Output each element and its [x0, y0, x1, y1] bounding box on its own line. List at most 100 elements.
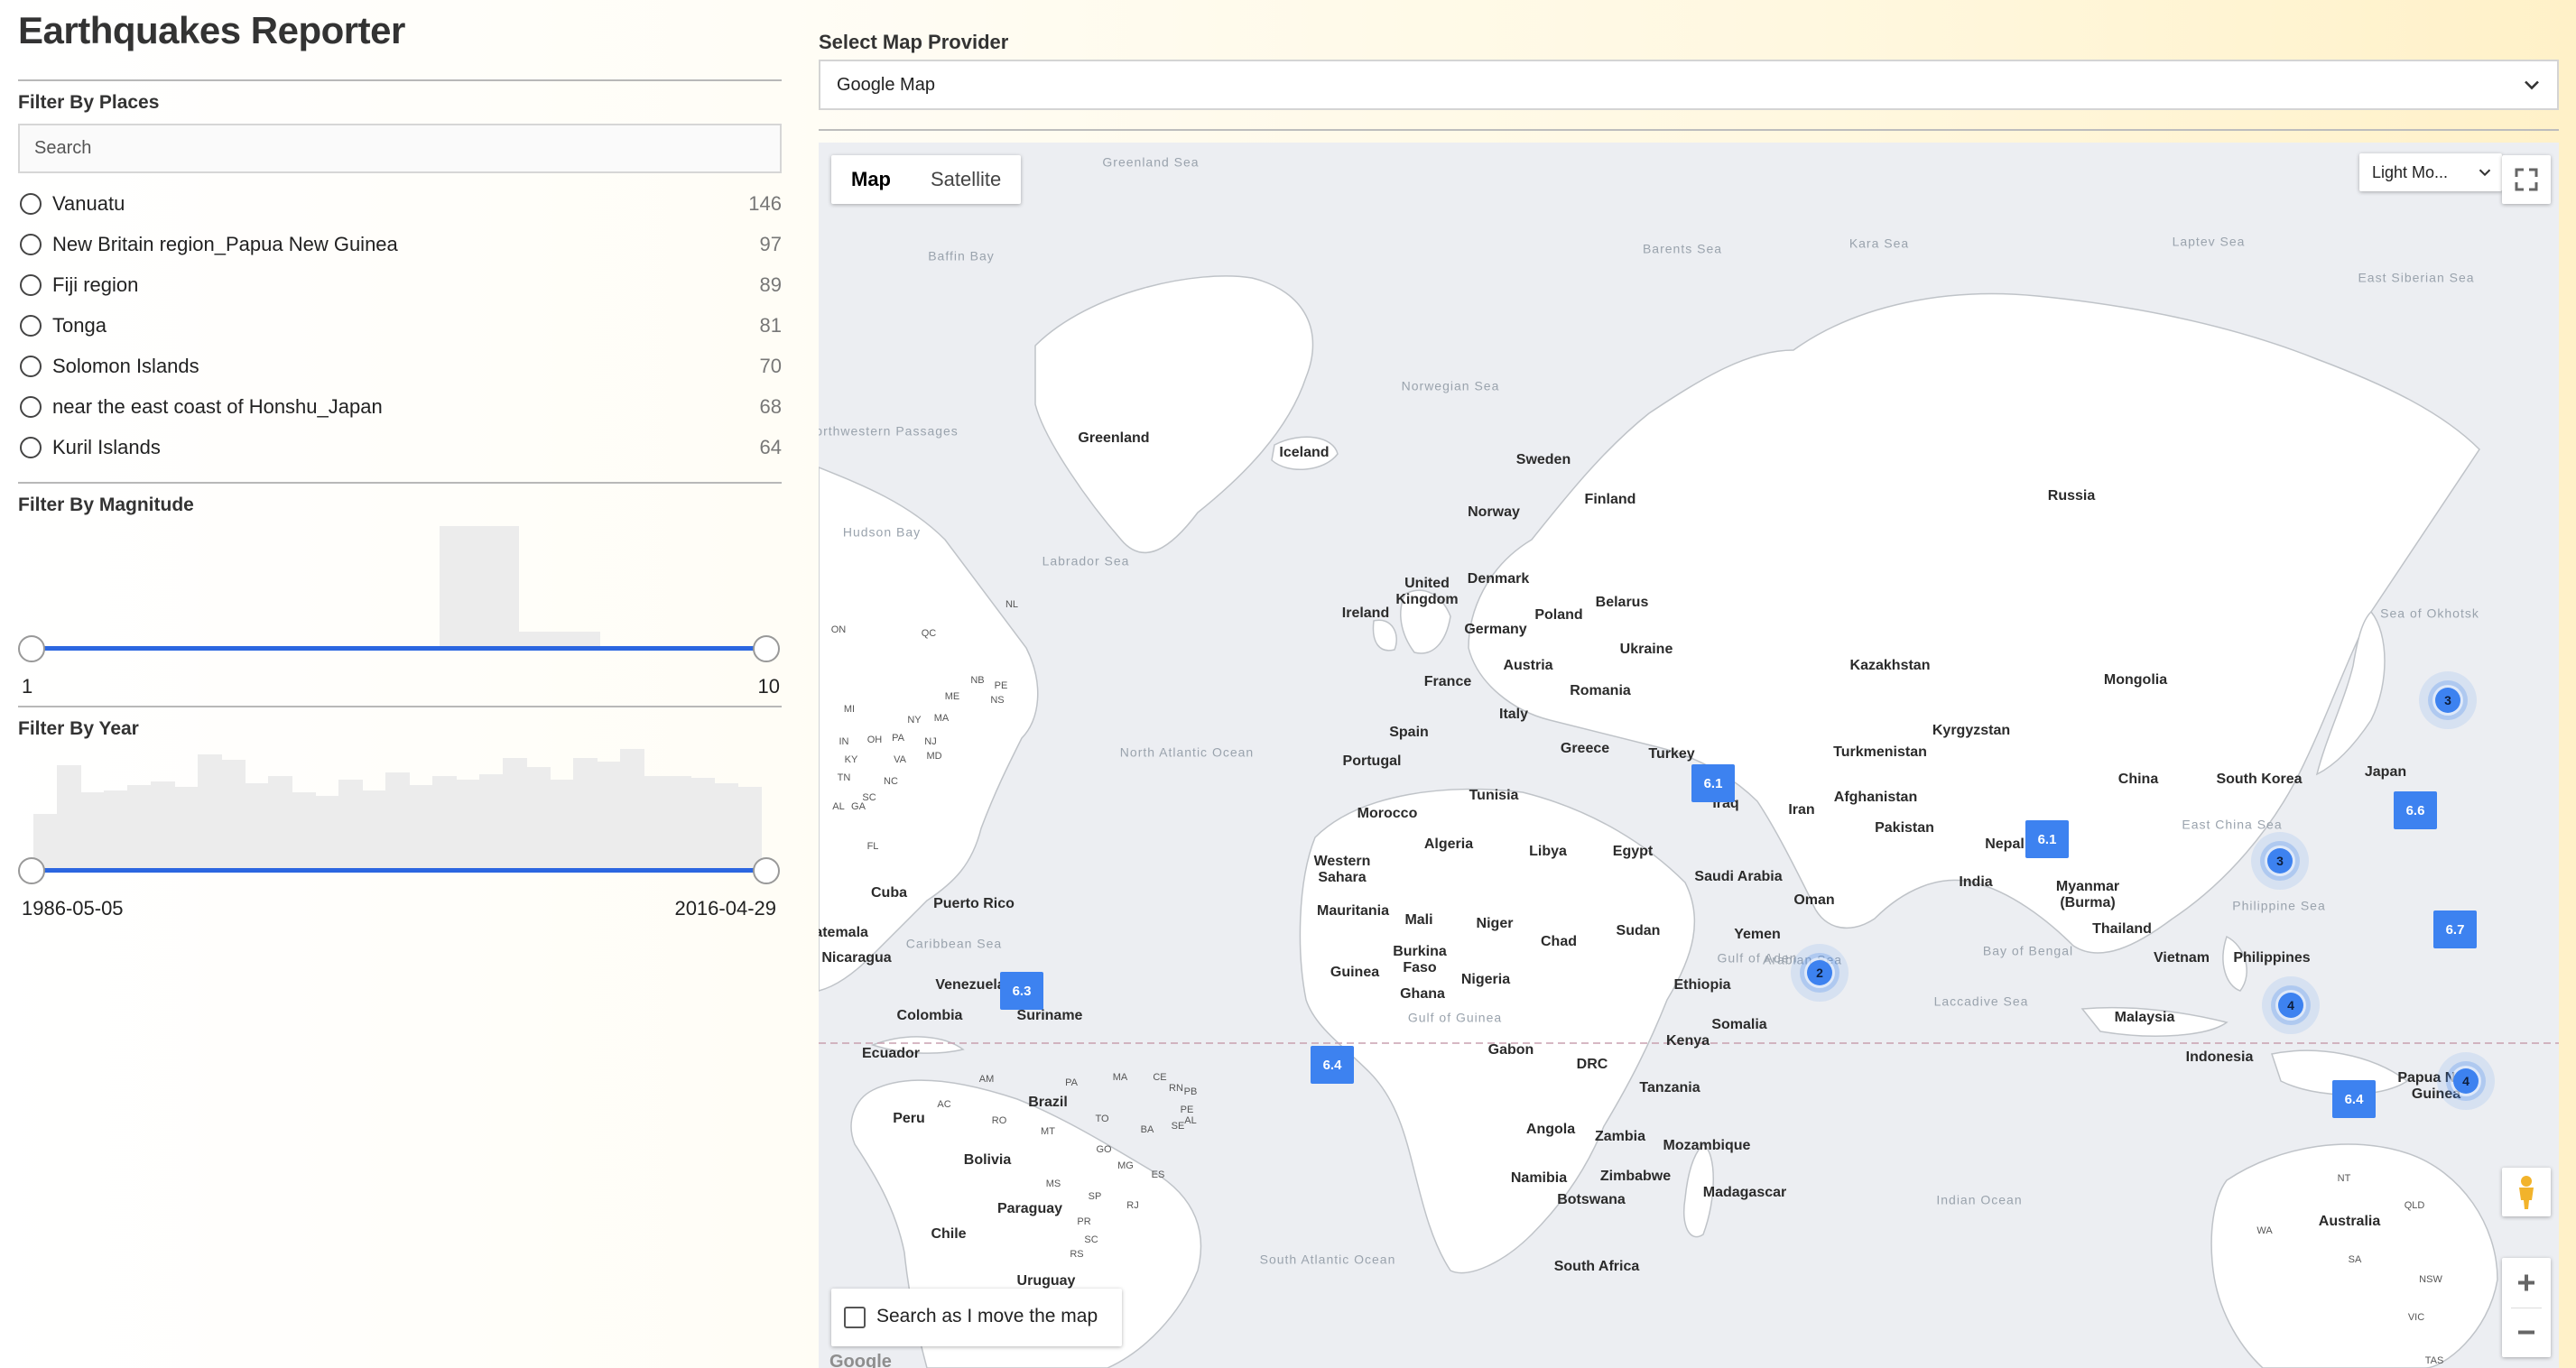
earthquake-marker[interactable]: 6.6 — [2394, 791, 2437, 829]
year-slider-track[interactable] — [32, 868, 766, 873]
earthquake-marker[interactable]: 6.7 — [2433, 910, 2477, 948]
cluster-count: 4 — [2278, 993, 2303, 1018]
country-label: Brazil — [1028, 1095, 1068, 1110]
divider — [18, 706, 782, 707]
places-filter-title: Filter By Places — [18, 92, 160, 113]
place-count: 68 — [759, 395, 782, 418]
ocean-label: Bay of Bengal — [1982, 943, 2074, 958]
divider — [18, 482, 782, 484]
place-count: 146 — [748, 192, 782, 215]
state-label: ON — [830, 624, 847, 635]
state-label: TO — [1095, 1114, 1109, 1124]
country-label: Sudan — [1616, 923, 1661, 938]
zoom-out-button[interactable] — [2502, 1308, 2551, 1357]
radio-button[interactable] — [20, 274, 42, 296]
radio-button[interactable] — [20, 315, 42, 337]
country-label: Suriname — [1016, 1008, 1083, 1023]
year-max-handle[interactable] — [753, 857, 780, 884]
radio-button[interactable] — [20, 193, 42, 215]
country-label: Iran — [1788, 802, 1815, 818]
zoom-out-icon — [2518, 1330, 2534, 1335]
state-label: TAS — [2424, 1355, 2444, 1366]
chevron-down-icon — [2479, 169, 2491, 177]
earthquake-marker[interactable]: 6.1 — [1691, 764, 1735, 802]
radio-button[interactable] — [20, 396, 42, 418]
zoom-in-button[interactable] — [2502, 1258, 2551, 1308]
place-option[interactable]: Solomon Islands 70 — [18, 350, 782, 386]
earthquake-cluster[interactable]: 4 — [2437, 1052, 2495, 1110]
search-as-move-checkbox[interactable] — [844, 1307, 866, 1328]
country-label: Ethiopia — [1673, 977, 1731, 993]
magnitude-slider-track[interactable] — [32, 646, 766, 651]
country-label: Zimbabwe — [1599, 1169, 1672, 1184]
magnitude-max-handle[interactable] — [753, 635, 780, 662]
state-label: PR — [1077, 1216, 1091, 1227]
country-label: Uruguay — [1016, 1273, 1076, 1289]
place-option[interactable]: Kuril Islands 64 — [18, 431, 782, 467]
country-label: Angola — [1525, 1122, 1576, 1137]
year-filter-title: Filter By Year — [18, 718, 139, 739]
country-label: Vietnam — [2154, 950, 2210, 966]
state-label: PE — [994, 680, 1008, 691]
country-label: Mali — [1404, 912, 1433, 928]
map-type-map-button[interactable]: Map — [831, 155, 911, 204]
fullscreen-button[interactable] — [2502, 155, 2551, 204]
ocean-label: Sea of Okhotsk — [2380, 605, 2479, 621]
country-label: South Korea — [2216, 772, 2303, 787]
country-label: Gabon — [1487, 1042, 1534, 1058]
place-count: 97 — [759, 233, 782, 255]
earthquake-marker[interactable]: 6.1 — [2025, 820, 2069, 858]
state-label: SE — [1171, 1121, 1185, 1132]
earthquake-marker[interactable]: 6.4 — [2332, 1080, 2376, 1118]
country-label: Saudi Arabia — [1694, 869, 1783, 884]
earthquake-cluster[interactable]: 3 — [2251, 832, 2309, 890]
place-option[interactable]: Vanuatu 146 — [18, 188, 782, 224]
country-label: South Africa — [1553, 1259, 1640, 1274]
earthquake-marker[interactable]: 6.4 — [1311, 1046, 1354, 1084]
map-canvas[interactable]: Greenland Sea Barents Sea Kara Sea Lapte… — [819, 143, 2559, 1368]
place-option[interactable]: New Britain region_Papua New Guinea 97 — [18, 228, 782, 264]
state-label: SP — [1088, 1191, 1102, 1202]
country-label: Ireland — [1341, 605, 1390, 621]
state-label: CE — [1153, 1072, 1167, 1083]
state-label: NJ — [924, 736, 937, 747]
country-label: Guinea — [1330, 965, 1380, 980]
place-option[interactable]: Fiji region 89 — [18, 269, 782, 305]
state-label: AL — [832, 801, 845, 812]
radio-button[interactable] — [20, 437, 42, 458]
map-type-control: Map Satellite — [831, 155, 1022, 204]
map-provider-select[interactable]: Google Map — [819, 60, 2559, 110]
country-label: Poland — [1534, 607, 1583, 623]
search-as-move-control[interactable]: Search as I move the map — [831, 1289, 1122, 1346]
earthquake-cluster[interactable]: 2 — [1791, 944, 1849, 1002]
year-min-handle[interactable] — [18, 857, 45, 884]
state-label: VA — [894, 754, 906, 765]
magnitude-min-label: 1 — [22, 675, 33, 698]
places-search-input[interactable] — [18, 124, 782, 173]
map-type-satellite-button[interactable]: Satellite — [911, 155, 1021, 204]
state-label: NT — [2337, 1173, 2351, 1184]
country-label: Germany — [1464, 622, 1527, 637]
map-style-select[interactable]: Light Mo... — [2359, 153, 2502, 191]
divider — [819, 129, 2559, 131]
zoom-control — [2502, 1258, 2551, 1357]
magnitude-min-handle[interactable] — [18, 635, 45, 662]
radio-button[interactable] — [20, 234, 42, 255]
earthquake-marker[interactable]: 6.3 — [1000, 972, 1043, 1010]
earthquake-cluster[interactable]: 4 — [2262, 976, 2320, 1034]
radio-button[interactable] — [20, 356, 42, 377]
place-option[interactable]: near the east coast of Honshu_Japan 68 — [18, 391, 782, 427]
cluster-count: 4 — [2453, 1068, 2479, 1094]
place-option[interactable]: Tonga 81 — [18, 310, 782, 346]
country-label: Ukraine — [1619, 642, 1673, 657]
country-label: Greenland — [1078, 430, 1150, 446]
country-label: Malaysia — [2114, 1010, 2175, 1025]
ocean-label: Norwegian Sea — [1401, 378, 1500, 393]
earthquake-cluster[interactable]: 3 — [2419, 671, 2477, 729]
state-label: AC — [937, 1099, 951, 1110]
country-label: Kyrgyzstan — [1932, 723, 2011, 738]
country-label: Myanmar (Burma) — [2055, 879, 2120, 910]
street-view-button[interactable] — [2502, 1168, 2551, 1216]
map-provider-value: Google Map — [837, 75, 935, 95]
country-label: Ecuador — [861, 1046, 921, 1061]
